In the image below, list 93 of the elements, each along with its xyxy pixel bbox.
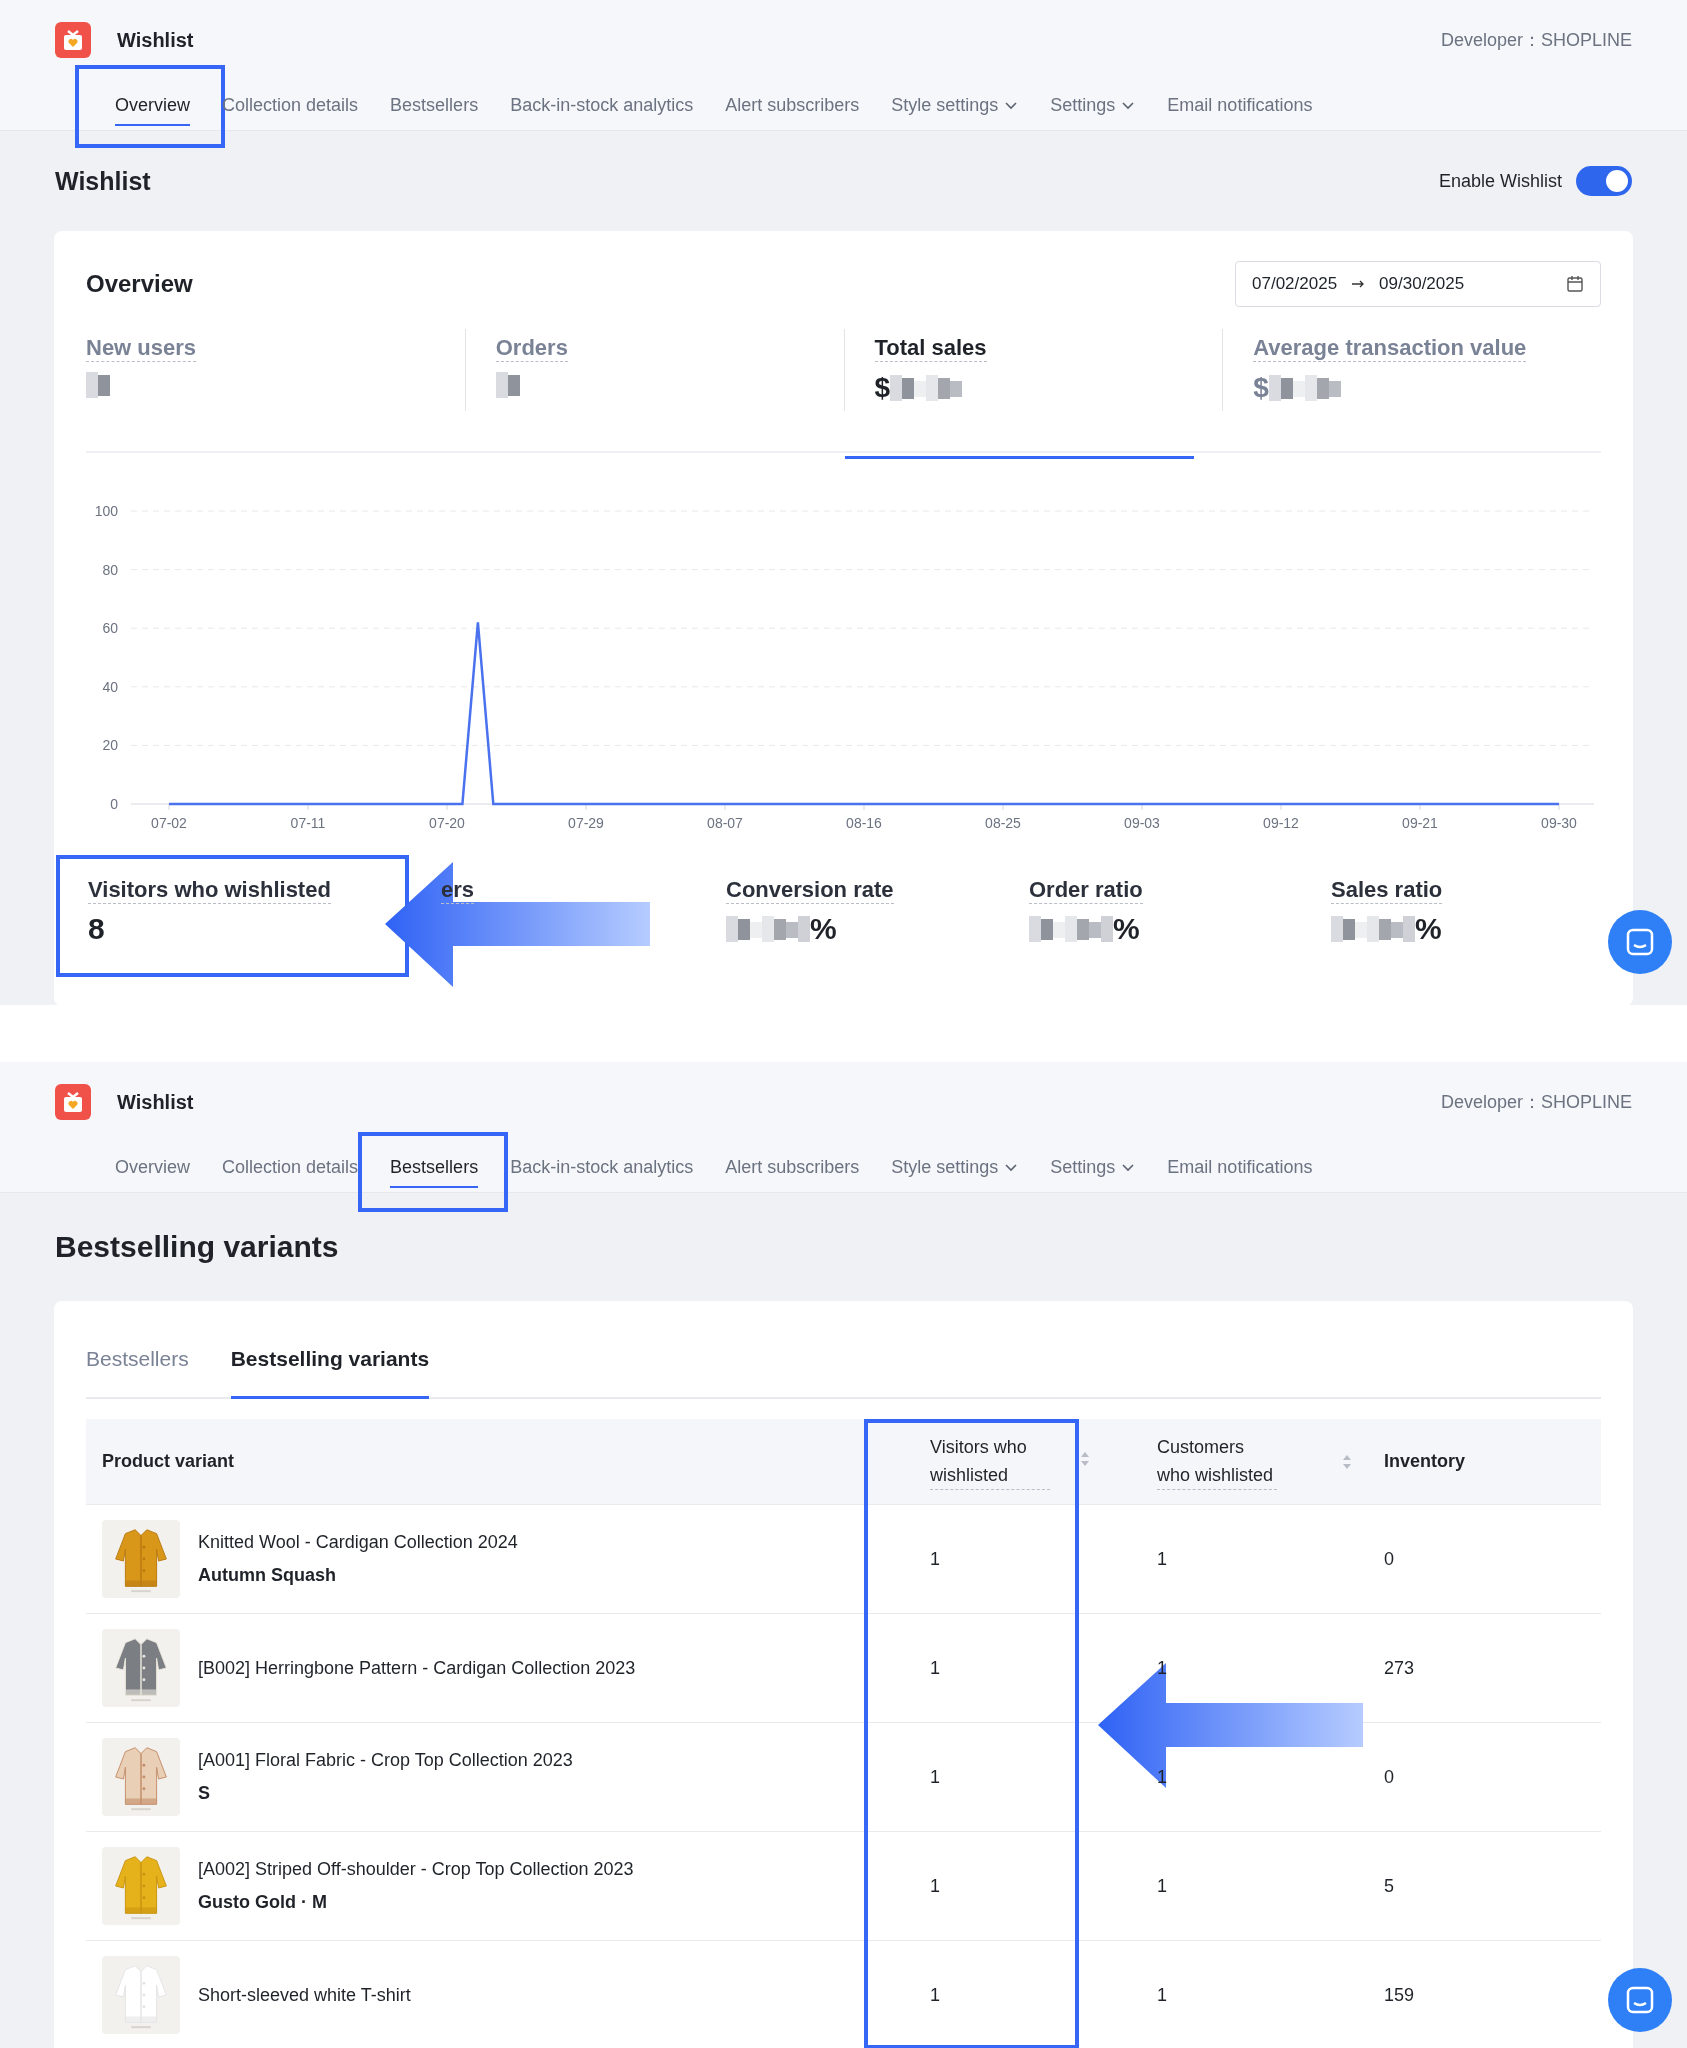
axis-label: 08-16 (846, 815, 882, 831)
app-logo (55, 22, 91, 58)
inner-tab[interactable]: Bestselling variants (230, 1321, 430, 1397)
product-name: [A001] Floral Fabric - Crop Top Collection 2023 (198, 1749, 573, 1772)
chat-icon (1625, 927, 1655, 957)
metric-label: Visitors who wishlisted (88, 877, 331, 904)
table-cell: 5 (1384, 1875, 1394, 1896)
nav-tab[interactable]: Email notifications (1167, 80, 1313, 130)
product-name: [B002] Herringbone Pattern - Cardigan Collection 2023 (198, 1656, 636, 1680)
percent-sign: % (1415, 912, 1442, 946)
table-cell: 1 (1157, 1766, 1167, 1787)
nav-tab[interactable]: Back-in-stock analytics (510, 1142, 694, 1192)
inner-tab[interactable]: Bestsellers (86, 1321, 189, 1397)
product-name: Knitted Wool - Cardigan Collection 2024 (198, 1531, 518, 1554)
metric-label: Sales ratio (1331, 877, 1443, 904)
table-cell: 0 (1384, 1548, 1394, 1569)
blurred-value (86, 372, 110, 398)
blurred-value (495, 372, 520, 398)
table-cell: 1 (1157, 1875, 1167, 1896)
axis-label: 09-21 (1402, 815, 1438, 831)
nav-tab[interactable]: Alert subscribers (725, 80, 860, 130)
nav-tab[interactable]: Overview (115, 1142, 190, 1192)
app-name: Wishlist (117, 28, 194, 52)
metric-label: Order ratio (1029, 877, 1143, 904)
table-cell: 1 (930, 1766, 940, 1787)
app-logo (55, 1084, 91, 1120)
table-cell: 1 (930, 1875, 940, 1896)
column-header: Inventory (1384, 1451, 1466, 1472)
metric-value: 8 (88, 912, 105, 946)
axis-label: 20 (102, 737, 118, 754)
table-cell: 159 (1384, 1984, 1415, 2005)
card-title: Overview (86, 270, 193, 298)
axis-label: 100 (94, 503, 118, 519)
table-cell: 1 (930, 1548, 940, 1569)
nav-tab[interactable]: Bestsellers (390, 80, 479, 130)
nav-tab[interactable]: Style settings (891, 1142, 1019, 1192)
axis-label: 09-30 (1541, 815, 1577, 831)
enable-toggle[interactable] (1576, 166, 1632, 196)
variant-name: S (198, 1782, 211, 1805)
product-name: Short-sleeved white T-shirt (198, 1983, 411, 2007)
app-name: Wishlist (117, 1090, 194, 1114)
page-title: Bestselling variants (55, 1230, 339, 1264)
axis-label: 40 (102, 678, 118, 695)
nav-tab[interactable]: Style settings (891, 80, 1019, 130)
variant-name: Gusto Gold · M (198, 1891, 328, 1914)
percent-sign: % (1113, 912, 1140, 946)
chat-icon (1625, 1985, 1655, 2015)
axis-label: 60 (102, 620, 118, 637)
percent-sign: % (810, 912, 837, 946)
currency-sign: $ (874, 372, 891, 404)
table-cell: 273 (1384, 1657, 1415, 1678)
end-date: 09/30/2025 (1379, 274, 1465, 294)
toggle-label: Enable Wishlist (1438, 170, 1562, 192)
start-date: 07/02/2025 (1252, 274, 1338, 294)
axis-label: 08-07 (707, 815, 743, 831)
developer-label: Developer：SHOPLINE (1440, 1091, 1632, 1114)
nav-tab[interactable]: Settings (1050, 1142, 1136, 1192)
metric-label: Conversion rate (726, 877, 894, 904)
nav-tab[interactable]: Overview (115, 80, 190, 130)
variant-name: Autumn Squash (198, 1564, 337, 1587)
table-cell: 1 (930, 1984, 940, 2005)
date-range-picker[interactable]: 07/02/2025 09/30/2025 (1235, 261, 1601, 307)
nav-tab[interactable]: Collection details (222, 1142, 359, 1192)
nav-tab[interactable]: Email notifications (1167, 1142, 1313, 1192)
axis-label: 0 (110, 796, 118, 812)
axis-label: 07-20 (429, 815, 465, 831)
stat-tab[interactable]: Orders (464, 329, 844, 411)
stat-tab[interactable]: Average transaction value $ (1222, 329, 1601, 411)
table-cell: 1 (1157, 1984, 1167, 2005)
product-name: [A002] Striped Off-shoulder - Crop Top Collection 2023 (198, 1858, 634, 1881)
axis-label: 09-12 (1263, 815, 1299, 831)
currency-sign: $ (1253, 372, 1269, 404)
arrow-icon (1351, 279, 1366, 289)
axis-label: 80 (102, 561, 118, 578)
nav-tab[interactable]: Alert subscribers (725, 1142, 860, 1192)
calendar-icon (1566, 275, 1584, 293)
axis-label: 09-03 (1124, 815, 1160, 831)
developer-label: Developer：SHOPLINE (1440, 29, 1632, 52)
nav-tab[interactable]: Settings (1050, 80, 1136, 130)
column-header: Visitors who wishlisted (930, 1433, 1050, 1490)
stat-tab[interactable]: New users (86, 329, 465, 411)
axis-label: 07-11 (290, 815, 326, 831)
axis-label: 07-02 (151, 815, 187, 831)
table-cell: 1 (1157, 1548, 1167, 1569)
nav-tab[interactable]: Bestsellers (390, 1142, 479, 1192)
axis-label: 07-29 (568, 815, 604, 831)
table-cell: 1 (930, 1657, 940, 1678)
page-title: Wishlist (55, 166, 151, 196)
column-header: Product variant (102, 1451, 235, 1472)
nav-tab[interactable]: Back-in-stock analytics (510, 80, 694, 130)
column-header: Customers who wishlisted (1157, 1433, 1277, 1490)
table-cell: 0 (1384, 1766, 1394, 1787)
axis-label: 08-25 (985, 815, 1021, 831)
